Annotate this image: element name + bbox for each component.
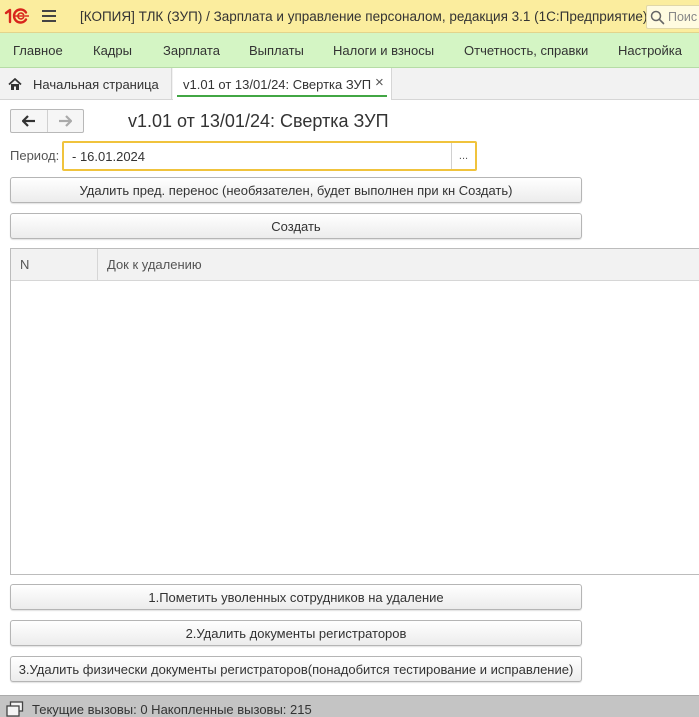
tab-home[interactable]: Начальная страница bbox=[0, 68, 172, 100]
delete-registrators-button[interactable]: 2.Удалить документы регистраторов bbox=[10, 620, 582, 646]
search-placeholder: Поис bbox=[668, 10, 698, 24]
table-header: N Док к удалению bbox=[11, 249, 699, 281]
period-input[interactable] bbox=[66, 145, 452, 167]
mark-dismissed-button[interactable]: 1.Пометить уволенных сотрудников на удал… bbox=[10, 584, 582, 610]
window-title: [КОПИЯ] ТЛК (ЗУП) / Зарплата и управлени… bbox=[80, 8, 648, 24]
arrow-left-icon bbox=[21, 115, 36, 127]
main-menu-icon[interactable] bbox=[34, 0, 64, 33]
menu-item-settings[interactable]: Настройка bbox=[618, 43, 682, 58]
delete-physically-button[interactable]: 3.Удалить физически документы регистрато… bbox=[10, 656, 582, 682]
title-bar: [КОПИЯ] ТЛК (ЗУП) / Зарплата и управлени… bbox=[0, 0, 699, 33]
search-input[interactable]: Поис bbox=[646, 5, 699, 29]
arrow-right-icon bbox=[58, 115, 73, 127]
column-header-n[interactable]: N bbox=[11, 249, 98, 280]
history-nav bbox=[10, 109, 84, 133]
menu-item-hr[interactable]: Кадры bbox=[93, 43, 132, 58]
page-title: v1.01 от 13/01/24: Свертка ЗУП bbox=[128, 111, 389, 131]
search-icon bbox=[650, 10, 665, 25]
tab-active-label: v1.01 от 13/01/24: Свертка ЗУП bbox=[183, 76, 372, 92]
back-button[interactable] bbox=[11, 110, 47, 132]
table-body[interactable] bbox=[11, 281, 699, 574]
period-field[interactable]: ... bbox=[62, 141, 477, 171]
sections-menu: Главное Кадры Зарплата Выплаты Налоги и … bbox=[0, 33, 699, 68]
menu-item-payments[interactable]: Выплаты bbox=[249, 43, 304, 58]
menu-item-main[interactable]: Главное bbox=[13, 43, 63, 58]
create-button[interactable]: Создать bbox=[10, 213, 582, 239]
menu-item-taxes[interactable]: Налоги и взносы bbox=[333, 43, 434, 58]
column-header-doc[interactable]: Док к удалению bbox=[99, 249, 202, 280]
documents-table[interactable]: N Док к удалению bbox=[10, 248, 699, 575]
menu-item-reports[interactable]: Отчетность, справки bbox=[464, 43, 588, 58]
tab-home-label: Начальная страница bbox=[33, 76, 159, 92]
close-icon[interactable]: × bbox=[375, 75, 384, 91]
period-choice-button[interactable]: ... bbox=[451, 143, 475, 169]
menu-item-salary[interactable]: Зарплата bbox=[163, 43, 220, 58]
remove-previous-transfer-button[interactable]: Удалить пред. перенос (необязателен, буд… bbox=[10, 177, 582, 203]
tab-bar: Начальная страница v1.01 от 13/01/24: Св… bbox=[0, 68, 699, 100]
1c-logo-icon bbox=[0, 0, 34, 33]
forward-button[interactable] bbox=[46, 110, 84, 132]
period-label: Период: bbox=[10, 148, 60, 163]
calls-counter: Текущие вызовы: 0 Накопленные вызовы: 21… bbox=[32, 702, 312, 717]
tab-active-form[interactable]: v1.01 от 13/01/24: Свертка ЗУП × bbox=[173, 68, 392, 100]
status-bar: Текущие вызовы: 0 Накопленные вызовы: 21… bbox=[0, 695, 699, 717]
windows-icon[interactable] bbox=[6, 697, 28, 717]
home-icon bbox=[8, 77, 22, 91]
